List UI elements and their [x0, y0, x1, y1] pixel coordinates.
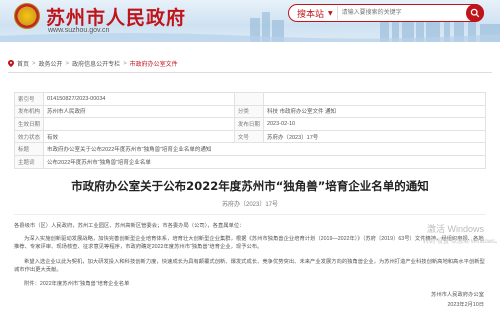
- attachment-link[interactable]: 附件：2022年度苏州市“独角兽”培育企业名单: [14, 280, 486, 289]
- search-input[interactable]: [336, 6, 466, 20]
- search-bar: 搜本站 ▼: [288, 4, 484, 22]
- divider: [14, 214, 486, 215]
- table-row: 生效日期 发布日期 2023-02-10: [13, 117, 487, 131]
- info-key: 标题: [13, 142, 45, 156]
- breadcrumb-separator: >: [65, 60, 70, 67]
- site-title[interactable]: 苏州市人民政府: [46, 3, 186, 30]
- info-key: 生效日期: [13, 117, 45, 131]
- issuer: 苏州市人民政府办公室: [431, 292, 484, 298]
- breadcrumb-home[interactable]: 首页: [17, 59, 29, 68]
- info-value: 公布2022年度苏州市“独角兽”培育企业名单: [43, 154, 486, 169]
- table-row: 发布机构 苏州市人民政府 分类 科技 市政府办公室文件 通知: [13, 104, 487, 119]
- paragraph: 为深入实施创新驱动发展战略，加快完善创新型企业培育体系，培育壮大创新型企业集群，…: [14, 236, 484, 251]
- info-key: 发布日期: [233, 117, 264, 131]
- info-value: 苏府办〔2023〕17号: [262, 129, 487, 144]
- breadcrumb-info-column[interactable]: 政府信息公开专栏: [72, 59, 120, 68]
- info-key: [233, 92, 264, 106]
- issue-date: 2023年2月10日: [447, 302, 484, 308]
- info-key: 发布机构: [13, 104, 45, 119]
- search-icon: [470, 8, 480, 18]
- search-scope-select[interactable]: 搜本站: [289, 7, 328, 20]
- info-key: 文号: [233, 129, 264, 144]
- table-row: 标题 市政府办公室关于公布2022年度苏州市“独角兽”培育企业名单的通知: [13, 142, 486, 156]
- breadcrumb-separator: >: [32, 60, 36, 67]
- document-title: 市政府办公室关于公布2022年度苏州市“独角兽”培育企业名单的通知: [71, 179, 429, 193]
- activation-watermark-hint: 转到“设置”以激活 Windows。: [423, 239, 500, 245]
- info-value: 市政府办公室关于公布2022年度苏州市“独角兽”培育企业名单的通知: [43, 142, 486, 156]
- chevron-down-icon[interactable]: ▼: [328, 10, 333, 17]
- site-header: 苏州市人民政府 www.suzhou.gov.cn 搜本站 ▼: [0, 0, 500, 42]
- breadcrumb-gov-affairs[interactable]: 政务公开: [39, 59, 63, 68]
- info-key: 分类: [233, 104, 264, 119]
- national-emblem-icon: [14, 3, 40, 29]
- location-pin-icon: [8, 60, 14, 67]
- info-key: 效力状态: [13, 129, 45, 144]
- divider: [8, 72, 492, 73]
- table-row: 主题词 公布2022年度苏州市“独角兽”培育企业名单: [13, 154, 486, 169]
- info-value: 有效: [43, 129, 235, 144]
- breadcrumb-separator: >: [123, 60, 127, 67]
- table-row: 效力状态 有效 文号 苏府办〔2023〕17号: [13, 129, 487, 144]
- search-button[interactable]: [466, 4, 484, 22]
- paragraph: 希望入选企业以此为契机，加大研发投入和科技创新力度，快速成长为具有颠覆式创新、爆…: [14, 259, 485, 274]
- salutation: 各县级市（区）人民政府，苏州工业园区、苏州高新区管委会；市各委办局（公司），各直…: [14, 223, 245, 229]
- info-key: 主题词: [13, 154, 45, 169]
- info-value: 2023-02-10: [262, 117, 487, 131]
- site-url: www.suzhou.gov.cn: [48, 27, 110, 34]
- info-value: [262, 92, 487, 106]
- breadcrumb-current[interactable]: 市政府办公室文件: [130, 59, 178, 68]
- document-number: 苏府办〔2023〕17号: [221, 202, 279, 208]
- info-value: 苏州市人民政府: [43, 104, 235, 119]
- info-key: 索引号: [13, 92, 45, 106]
- info-value: 014150827/2023-00034: [43, 92, 235, 106]
- info-value: [43, 117, 235, 131]
- table-row: 索引号 014150827/2023-00034: [13, 92, 487, 106]
- breadcrumb: 首页 > 政务公开 > 政府信息公开专栏 > 市政府办公室文件: [8, 59, 178, 68]
- info-value: 科技 市政府办公室文件 通知: [262, 104, 487, 119]
- activation-watermark: 激活 Windows: [427, 224, 485, 234]
- document-info-table: 索引号 014150827/2023-00034 发布机构 苏州市人民政府 分类…: [13, 92, 487, 169]
